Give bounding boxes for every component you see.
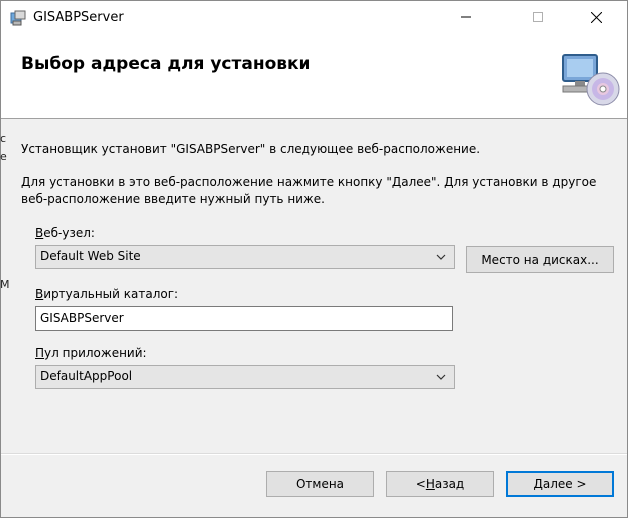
app-pool-label: Пул приложений: [35, 346, 147, 360]
virtual-dir-label: Виртуальный каталог: [35, 287, 179, 301]
maximize-icon [533, 12, 543, 22]
chevron-down-icon [436, 374, 446, 380]
installer-window: GISABPServer Выбор адреса для установки … [0, 0, 628, 518]
intro-text: Установщик установит "GISABPServer" в сл… [21, 142, 481, 156]
background-glyph: е [0, 150, 7, 163]
close-button[interactable] [573, 1, 619, 33]
website-select-value: Default Web Site [40, 249, 141, 263]
computer-cd-icon [562, 54, 620, 106]
window-title: GISABPServer [33, 10, 124, 25]
page-header: Выбор адреса для установки [1, 37, 627, 119]
app-pool-select[interactable]: DefaultAppPool [35, 365, 455, 389]
background-glyph: с [0, 132, 7, 145]
footer-divider-highlight [1, 454, 627, 455]
chevron-down-icon [436, 254, 446, 260]
minimize-button[interactable] [443, 1, 489, 33]
cancel-button[interactable]: Отмена [266, 471, 374, 497]
disk-cost-button[interactable]: Место на дисках... [466, 246, 614, 273]
website-select[interactable]: Default Web Site [35, 245, 455, 269]
background-glyph: М [0, 278, 9, 291]
page-title: Выбор адреса для установки [21, 54, 311, 74]
minimize-icon [461, 16, 471, 18]
title-bar: GISABPServer [1, 1, 627, 37]
installer-app-icon [10, 10, 26, 26]
back-button[interactable]: < Назад [386, 471, 494, 497]
instructions-text: Для установки в это веб-расположение наж… [21, 175, 597, 206]
website-label: Веб-узел: [35, 226, 95, 240]
virtual-dir-input[interactable]: GISABPServer [35, 306, 453, 331]
app-pool-select-value: DefaultAppPool [40, 369, 133, 383]
maximize-button [515, 1, 561, 33]
next-button[interactable]: Далее > [506, 471, 614, 497]
close-icon [590, 11, 602, 23]
